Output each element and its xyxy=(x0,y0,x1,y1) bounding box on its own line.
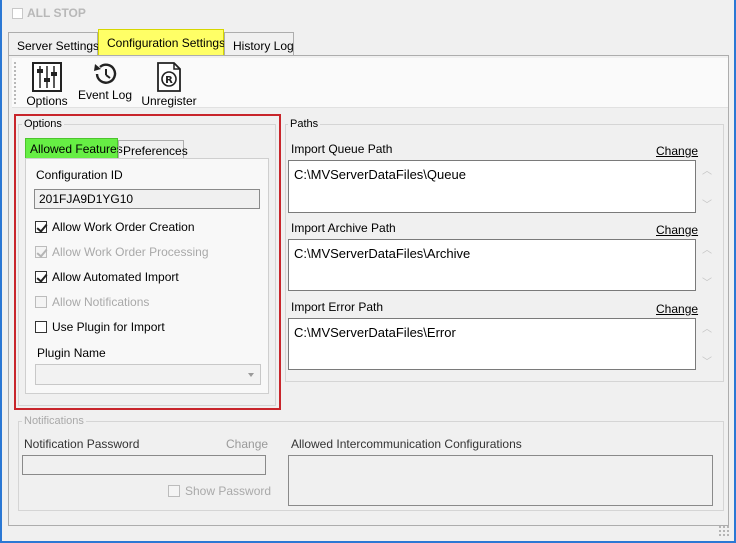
import-error-path-label: Import Error Path xyxy=(291,300,384,314)
paths-group-label: Paths xyxy=(288,118,321,130)
window-frame: ALL STOP Server Settings Configuration S… xyxy=(0,0,736,543)
archive-scroll-up-icon[interactable]: ︿ xyxy=(701,241,713,256)
import-error-change-link[interactable]: Change xyxy=(656,302,698,316)
all-stop-checkbox-box xyxy=(12,7,23,19)
registered-document-icon: R xyxy=(157,62,181,92)
queue-scroll-up-icon[interactable]: ︿ xyxy=(701,162,713,177)
all-stop-checkbox: ALL STOP xyxy=(12,6,86,20)
tab-history-log[interactable]: History Log xyxy=(224,32,294,57)
event-log-button-label: Event Log xyxy=(77,88,133,102)
import-queue-path-field[interactable]: C:\MVServerDataFiles\Queue xyxy=(288,160,696,213)
tab-configuration-settings[interactable]: Configuration Settings xyxy=(98,29,226,57)
import-archive-change-link[interactable]: Change xyxy=(656,223,698,237)
tab-label: History Log xyxy=(233,39,294,53)
archive-scroll-down-icon[interactable]: ﹀ xyxy=(701,274,713,289)
notification-password-field xyxy=(22,455,266,475)
toolbar-grip[interactable] xyxy=(14,62,16,104)
unregister-button[interactable]: R Unregister xyxy=(138,60,200,108)
options-button-label: Options xyxy=(26,94,68,108)
toolbar: Options Event Log R Unregister xyxy=(12,58,728,108)
all-stop-label: ALL STOP xyxy=(27,6,86,20)
tab-label: Configuration Settings xyxy=(107,36,226,50)
history-icon xyxy=(94,63,117,84)
error-scroll-up-icon[interactable]: ︿ xyxy=(701,320,713,335)
options-button[interactable]: Options xyxy=(24,60,70,108)
import-error-path-field[interactable]: C:\MVServerDataFiles\Error xyxy=(288,318,696,370)
unregister-button-label: Unregister xyxy=(141,94,197,108)
resize-grip-icon[interactable] xyxy=(718,525,730,537)
checkbox-box xyxy=(168,485,180,497)
queue-scroll-down-icon[interactable]: ﹀ xyxy=(701,196,713,211)
tab-label: Server Settings xyxy=(17,39,100,53)
import-archive-path-label: Import Archive Path xyxy=(291,221,396,235)
highlight-box xyxy=(14,114,281,410)
import-queue-change-link[interactable]: Change xyxy=(656,144,698,158)
allowed-intercommunication-label: Allowed Intercommunication Configuration… xyxy=(291,437,522,451)
checkbox-label: Show Password xyxy=(185,484,272,498)
options-icon xyxy=(32,62,62,92)
svg-text:R: R xyxy=(165,75,173,86)
notifications-group-label: Notifications xyxy=(22,415,86,427)
allowed-intercommunication-list xyxy=(288,455,713,506)
notification-password-change-link: Change xyxy=(226,437,269,451)
error-scroll-down-icon[interactable]: ﹀ xyxy=(701,353,713,368)
import-queue-path-label: Import Queue Path xyxy=(291,142,393,156)
import-archive-path-field[interactable]: C:\MVServerDataFiles\Archive xyxy=(288,239,696,291)
show-password-checkbox: Show Password xyxy=(168,484,271,498)
notification-password-label: Notification Password xyxy=(24,437,140,451)
event-log-button[interactable]: Event Log xyxy=(76,60,134,102)
tab-server-settings[interactable]: Server Settings xyxy=(8,32,100,57)
